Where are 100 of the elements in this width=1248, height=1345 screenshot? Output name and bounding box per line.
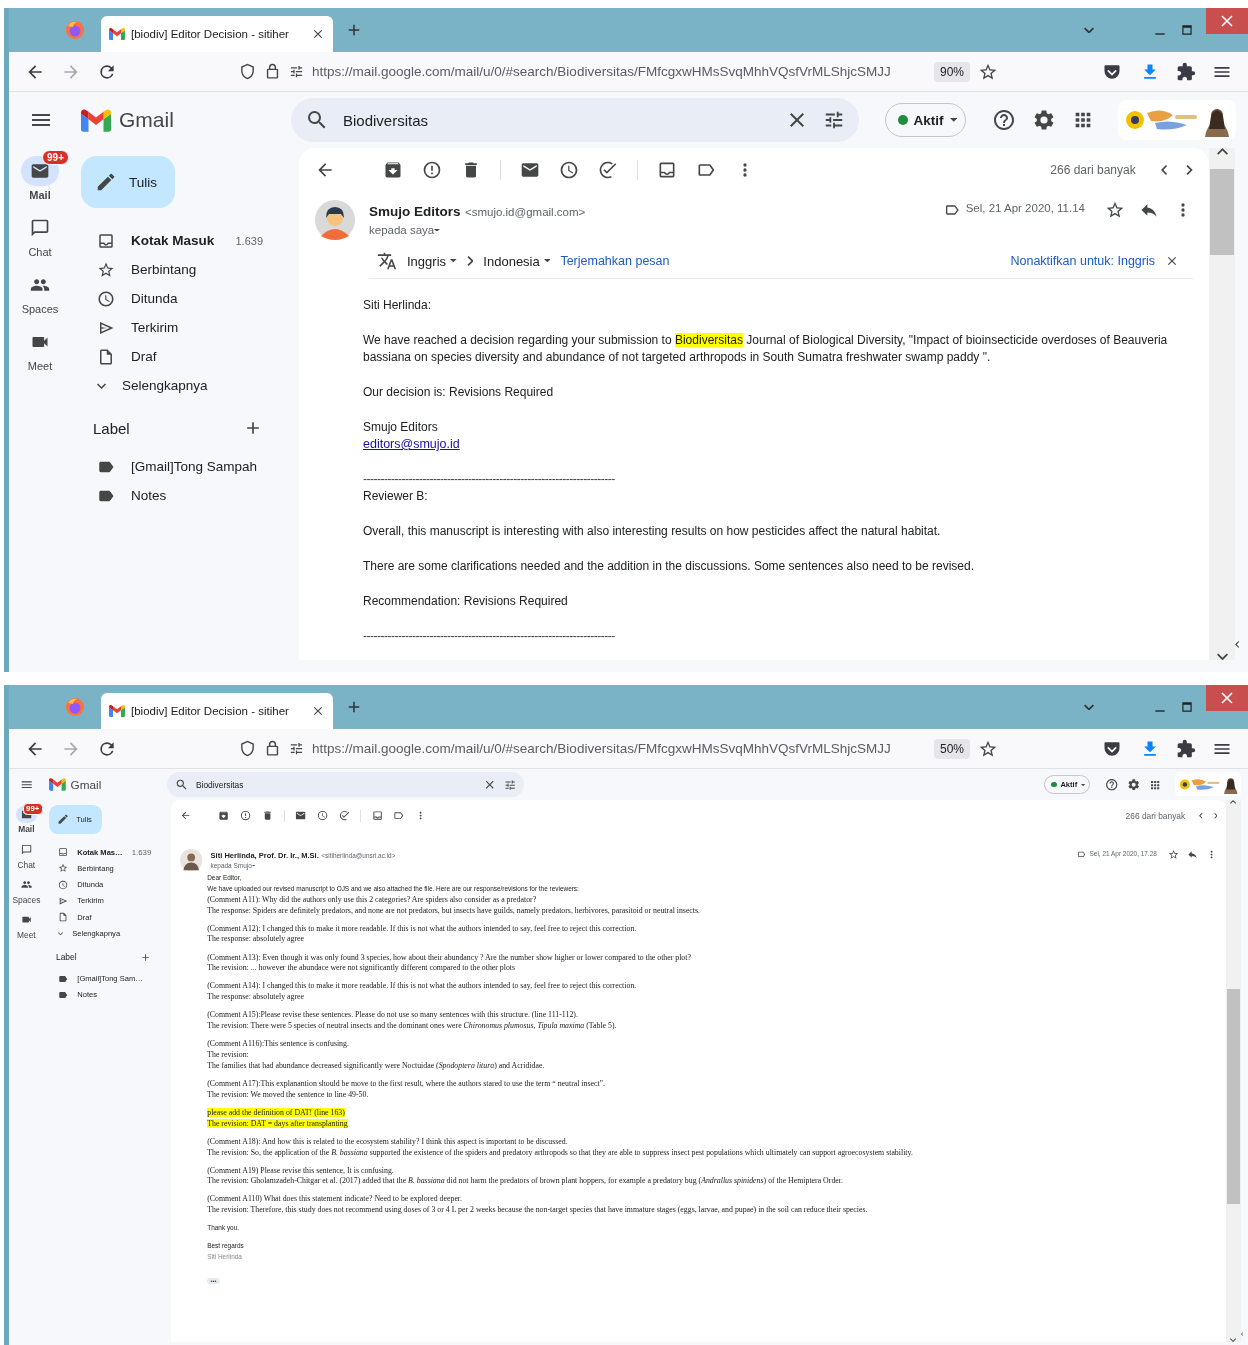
puzzle-icon[interactable]	[1176, 61, 1196, 82]
help-icon[interactable]	[992, 108, 1016, 132]
gmail-logo-icon[interactable]	[81, 108, 111, 132]
report-icon[interactable]	[240, 810, 252, 822]
star-icon[interactable]	[1105, 200, 1125, 220]
folder-item[interactable]: Terkirim	[43, 892, 172, 909]
folder-item[interactable]: Ditunda	[43, 876, 172, 893]
label-item[interactable]: [Gmail]Tong Sam…	[43, 970, 172, 987]
label-icon[interactable]	[393, 810, 405, 822]
close-icon[interactable]	[311, 704, 325, 718]
maximize-icon[interactable]	[1180, 23, 1194, 37]
label-item[interactable]: Notes	[71, 481, 299, 510]
chevron-left-icon[interactable]	[1160, 165, 1168, 175]
rail-item[interactable]: Meet	[12, 905, 41, 940]
chevron-right-icon[interactable]	[1213, 813, 1218, 819]
language-dropdown[interactable]: Inggris	[407, 253, 457, 269]
add-task-icon[interactable]	[338, 810, 350, 822]
envelope-icon[interactable]	[520, 160, 540, 180]
message-text: (Comment A12): I changed this to make it more readable. If this is not what the authors intended to say, feel free to reject this correction.	[207, 923, 637, 933]
rail-item[interactable]: Spaces	[11, 262, 69, 315]
scrollbar-thumb[interactable]	[1210, 169, 1234, 256]
folder-item[interactable]: Berbintang	[43, 860, 172, 877]
plus-icon[interactable]	[140, 951, 152, 963]
shield-icon[interactable]	[239, 740, 256, 757]
lock-icon[interactable]	[264, 63, 281, 80]
archive-icon[interactable]	[218, 810, 230, 822]
maximize-icon[interactable]	[1180, 700, 1194, 714]
folder-item[interactable]: Ditunda	[71, 284, 299, 313]
email-link[interactable]: editors@smujo.id	[363, 437, 460, 451]
translate-link[interactable]: Terjemahkan pesan	[560, 254, 670, 268]
chevron-down-icon[interactable]	[1216, 652, 1228, 660]
lock-icon[interactable]	[264, 740, 281, 757]
envelope-icon[interactable]	[295, 810, 307, 822]
filter-options-icon[interactable]	[504, 778, 517, 791]
scrollbar[interactable]	[1209, 148, 1235, 660]
reply-icon[interactable]	[1187, 848, 1199, 860]
folder-item[interactable]: Berbintang	[71, 255, 299, 284]
search-field[interactable]: Biodiversitas	[166, 772, 525, 797]
close-icon	[1221, 692, 1233, 704]
folder-item[interactable]: Draf	[43, 908, 172, 926]
scrollbar[interactable]	[1226, 800, 1241, 1343]
chevron-left-icon[interactable]	[1199, 813, 1203, 819]
rail-item[interactable]: Spaces	[9, 870, 44, 905]
chevron-left-icon[interactable]	[1235, 641, 1240, 648]
browser-tab[interactable]: [biodiv] Editor Decision - sitiher	[101, 16, 333, 52]
filter-options-icon[interactable]	[289, 741, 304, 756]
folder-item[interactable]: Kotak Masuk 1.639	[71, 226, 299, 255]
gmail-logo-icon[interactable]	[49, 778, 67, 792]
star-icon[interactable]	[1168, 848, 1180, 860]
clock-icon[interactable]	[316, 810, 328, 822]
back-icon[interactable]	[180, 810, 192, 822]
language-dropdown[interactable]: Indonesia	[483, 253, 551, 269]
settings-icon[interactable]	[1127, 777, 1141, 792]
folder-item[interactable]: Selengkapnya	[71, 371, 299, 400]
shield-icon[interactable]	[239, 63, 256, 80]
recipient-dropdown[interactable]: kepada saya	[369, 224, 441, 236]
folder-item[interactable]: Selengkapnya	[43, 925, 172, 942]
scrollbar-thumb[interactable]	[1226, 989, 1241, 1205]
compose-button[interactable]: Tulis	[49, 804, 102, 834]
close-window-button[interactable]	[1206, 685, 1248, 711]
close-icon[interactable]	[1165, 254, 1179, 268]
delete-icon[interactable]	[262, 810, 274, 822]
chevron-down-icon[interactable]	[1230, 1338, 1237, 1343]
folder-item[interactable]: Terkirim	[71, 313, 299, 342]
disable-translation-link[interactable]: Nonaktifkan untuk: Inggris	[1010, 254, 1155, 268]
add-task-icon[interactable]	[598, 160, 618, 180]
help-icon[interactable]	[1104, 777, 1119, 792]
chevron-down-icon[interactable]	[1084, 703, 1094, 711]
folder-item[interactable]: Draf	[71, 342, 299, 371]
zoom-level-button[interactable]: 50%	[933, 738, 970, 759]
chevron-down-icon[interactable]	[1084, 26, 1094, 34]
search-field[interactable]: Biodiversitas	[291, 98, 859, 142]
label-item[interactable]: [Gmail]Tong Sampah	[71, 452, 299, 481]
rail-item[interactable]: Chat	[12, 835, 41, 870]
address-bar[interactable]: https://mail.google.com/mail/u/0/#search/Biodiversitas/FMfcgxwHMsSvqMhhVQsfVrMLShjcSMJJ 90%	[231, 55, 1006, 88]
chevron-right-icon[interactable]	[1186, 165, 1193, 175]
clock-icon[interactable]	[559, 160, 579, 180]
filter-options-icon[interactable]	[823, 109, 845, 131]
rail-item[interactable]: 99+ Mail	[11, 148, 69, 201]
browser-tab[interactable]: [biodiv] Editor Decision - sitiher	[101, 693, 333, 729]
filter-options-icon[interactable]	[289, 64, 304, 79]
chevron-up-icon[interactable]	[1216, 148, 1228, 156]
inbox-icon[interactable]	[657, 160, 677, 180]
chevron-up-icon[interactable]	[1230, 800, 1237, 805]
account-button[interactable]	[1175, 773, 1242, 796]
archive-icon[interactable]	[383, 160, 403, 180]
zoom-level-button[interactable]: 90%	[933, 61, 970, 82]
rail-item[interactable]: Chat	[11, 205, 69, 258]
label-item[interactable]: Notes	[43, 986, 172, 1003]
close-window-button[interactable]	[1206, 8, 1248, 34]
puzzle-icon[interactable]	[1176, 738, 1196, 759]
apps-grid-icon[interactable]	[1149, 778, 1162, 791]
address-bar[interactable]: https://mail.google.com/mail/u/0/#search/Biodiversitas/FMfcgxwHMsSvqMhhVQsfVrMLShjcSMJJ 50%	[231, 732, 1006, 765]
report-icon[interactable]	[422, 160, 442, 180]
inbox-icon[interactable]	[371, 810, 383, 822]
rail-item[interactable]: Meet	[11, 319, 69, 372]
compose-button[interactable]: Tulis	[81, 156, 175, 208]
search-icon[interactable]	[174, 777, 189, 792]
settings-icon[interactable]	[1032, 108, 1056, 132]
close-icon[interactable]	[311, 27, 325, 41]
